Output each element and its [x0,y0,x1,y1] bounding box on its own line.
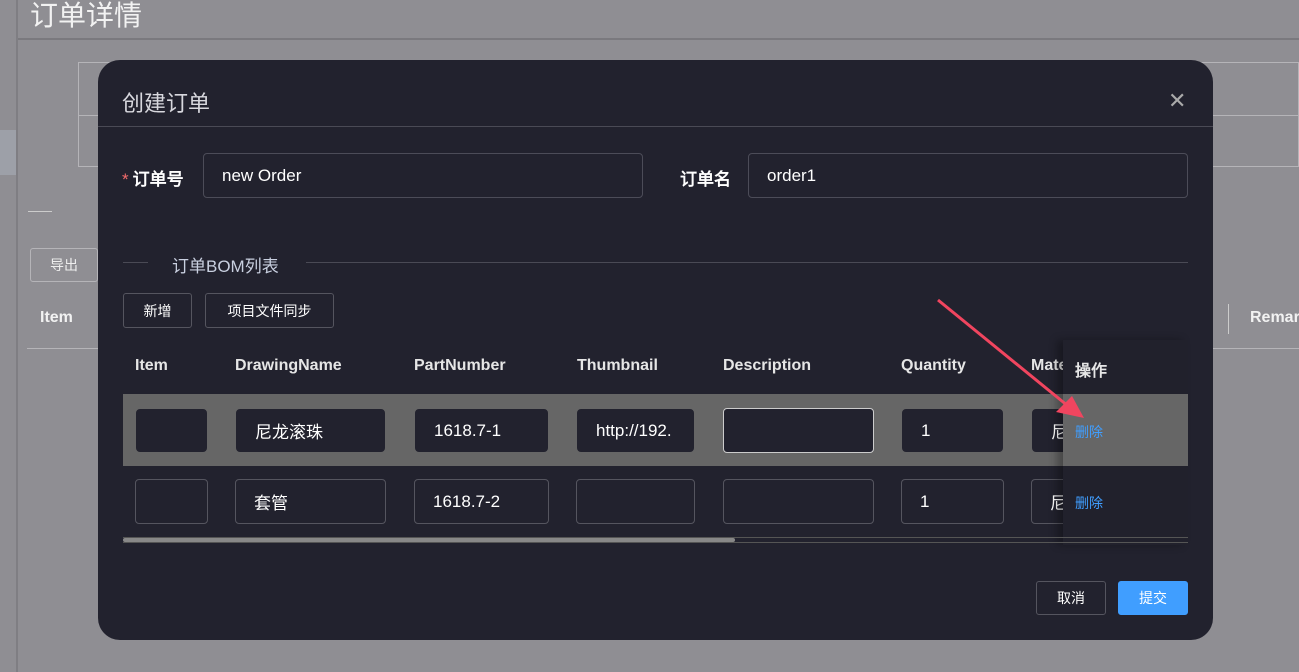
annotation-arrow-icon [937,298,1084,418]
